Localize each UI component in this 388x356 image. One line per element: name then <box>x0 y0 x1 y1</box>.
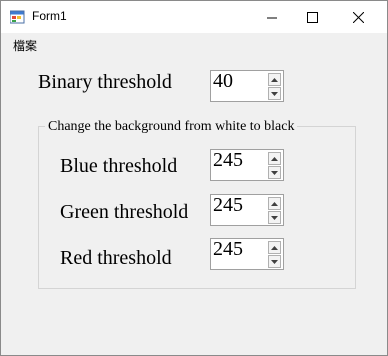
spin-up-arrow-icon[interactable] <box>268 197 281 210</box>
close-icon <box>352 8 364 27</box>
green-threshold-label: Green threshold <box>60 201 189 223</box>
red-threshold-input[interactable]: 245 <box>210 238 284 270</box>
red-threshold-label: Red threshold <box>60 247 172 269</box>
blue-threshold-input[interactable]: 245 <box>210 149 284 181</box>
spin-down-arrow-icon[interactable] <box>268 166 281 179</box>
spin-down-arrow-icon[interactable] <box>268 211 281 224</box>
spin-up-arrow-icon[interactable] <box>268 152 281 165</box>
menu-item-file[interactable]: 檔案 <box>13 37 37 54</box>
red-threshold-value[interactable]: 245 <box>213 238 243 261</box>
binary-threshold-input[interactable]: 40 <box>210 70 284 102</box>
green-threshold-value[interactable]: 245 <box>213 194 243 217</box>
minimize-icon <box>267 8 277 27</box>
binary-threshold-label: Binary threshold <box>38 71 172 93</box>
group-box-title: Change the background from white to blac… <box>45 119 298 135</box>
spin-up-arrow-icon[interactable] <box>268 73 281 86</box>
windows-forms-icon <box>9 10 26 26</box>
blue-threshold-value[interactable]: 245 <box>213 149 243 172</box>
spin-down-arrow-icon[interactable] <box>268 87 281 100</box>
binary-threshold-value[interactable]: 40 <box>213 70 233 93</box>
green-threshold-input[interactable]: 245 <box>210 194 284 226</box>
spin-up-arrow-icon[interactable] <box>268 241 281 254</box>
form-window: Form1 檔案 Binary threshold 40 Change the … <box>0 0 388 356</box>
maximize-button[interactable] <box>289 1 335 33</box>
window-title: Form1 <box>32 9 67 23</box>
menu-bar: 檔案 <box>1 33 387 57</box>
title-bar[interactable]: Form1 <box>1 1 387 33</box>
spin-down-arrow-icon[interactable] <box>268 255 281 268</box>
close-button[interactable] <box>335 1 381 33</box>
maximize-icon <box>306 8 318 27</box>
blue-threshold-label: Blue threshold <box>60 155 178 177</box>
